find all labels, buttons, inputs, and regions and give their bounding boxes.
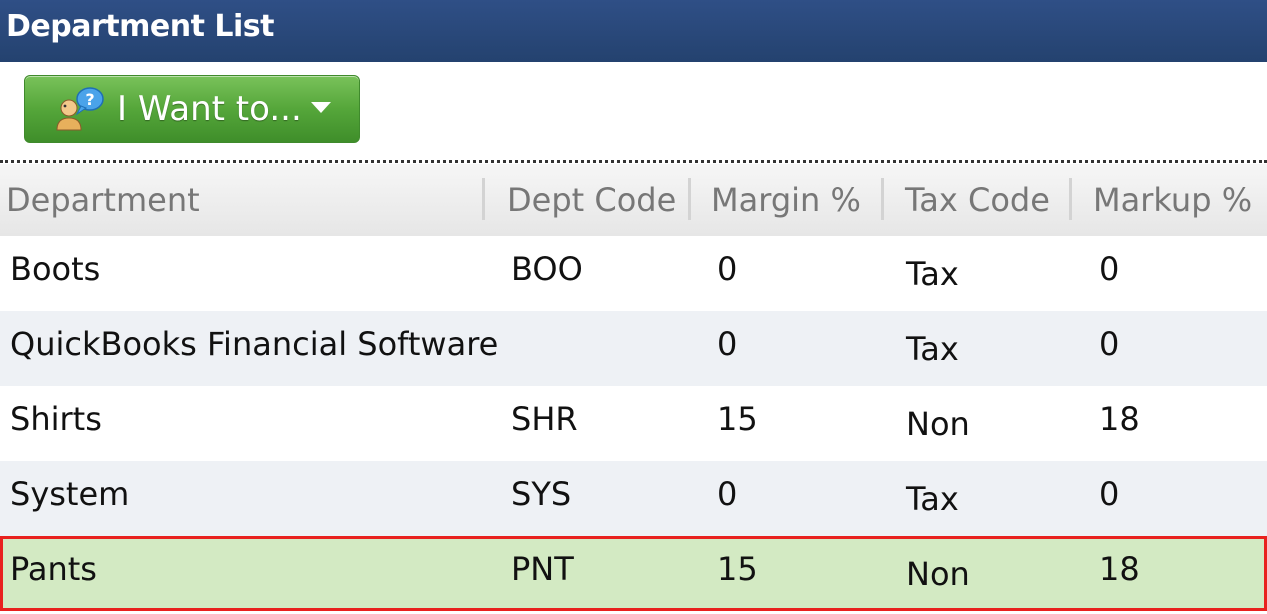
- column-resize-handle[interactable]: [688, 178, 691, 220]
- cell-department: System: [10, 475, 130, 513]
- cell-department: Shirts: [10, 400, 102, 438]
- column-header-department[interactable]: Department: [6, 164, 200, 236]
- i-want-to-label: I Want to...: [117, 89, 302, 129]
- cell-tax-code: Tax: [906, 255, 959, 293]
- cell-tax-code: Non: [906, 405, 970, 443]
- toolbar: ? I Want to...: [0, 62, 1267, 160]
- cell-margin: 15: [717, 400, 758, 438]
- cell-markup: 18: [1099, 400, 1140, 438]
- department-grid: Department Dept Code Margin % Tax Code M…: [0, 164, 1267, 611]
- cell-tax-code: Non: [906, 555, 970, 593]
- column-resize-handle[interactable]: [881, 178, 884, 220]
- cell-department: QuickBooks Financial Software: [10, 325, 499, 363]
- svg-text:?: ?: [85, 90, 94, 109]
- cell-margin: 15: [717, 550, 758, 588]
- cell-markup: 0: [1099, 325, 1120, 363]
- cell-margin: 0: [717, 325, 738, 363]
- cell-tax-code: Tax: [906, 480, 959, 518]
- table-row[interactable]: Boots BOO 0 Tax 0: [0, 236, 1267, 311]
- cell-dept-code: BOO: [511, 250, 583, 288]
- cell-margin: 0: [717, 250, 738, 288]
- caret-down-icon: [311, 102, 331, 113]
- cell-department: Boots: [10, 250, 101, 288]
- cell-dept-code: SHR: [511, 400, 578, 438]
- column-header-markup[interactable]: Markup %: [1093, 164, 1252, 236]
- table-row[interactable]: Shirts SHR 15 Non 18: [0, 386, 1267, 461]
- grid-header: Department Dept Code Margin % Tax Code M…: [0, 164, 1267, 236]
- table-row[interactable]: System SYS 0 Tax 0: [0, 461, 1267, 536]
- cell-dept-code: PNT: [511, 550, 574, 588]
- cell-margin: 0: [717, 475, 738, 513]
- table-row-selected[interactable]: Pants PNT 15 Non 18: [0, 536, 1267, 611]
- column-header-tax-code[interactable]: Tax Code: [905, 164, 1050, 236]
- window-title: Department List: [0, 0, 1267, 62]
- table-row[interactable]: QuickBooks Financial Software 0 Tax 0: [0, 311, 1267, 386]
- toolbar-separator: [0, 160, 1267, 163]
- i-want-to-button[interactable]: ? I Want to...: [24, 75, 360, 143]
- help-user-icon: ?: [56, 87, 104, 131]
- cell-markup: 18: [1099, 550, 1140, 588]
- cell-markup: 0: [1099, 250, 1120, 288]
- column-resize-handle[interactable]: [482, 178, 485, 220]
- cell-dept-code: SYS: [511, 475, 572, 513]
- cell-tax-code: Tax: [906, 330, 959, 368]
- cell-department: Pants: [10, 550, 97, 588]
- cell-markup: 0: [1099, 475, 1120, 513]
- column-header-dept-code[interactable]: Dept Code: [507, 164, 676, 236]
- column-resize-handle[interactable]: [1069, 178, 1072, 220]
- column-header-margin[interactable]: Margin %: [711, 164, 861, 236]
